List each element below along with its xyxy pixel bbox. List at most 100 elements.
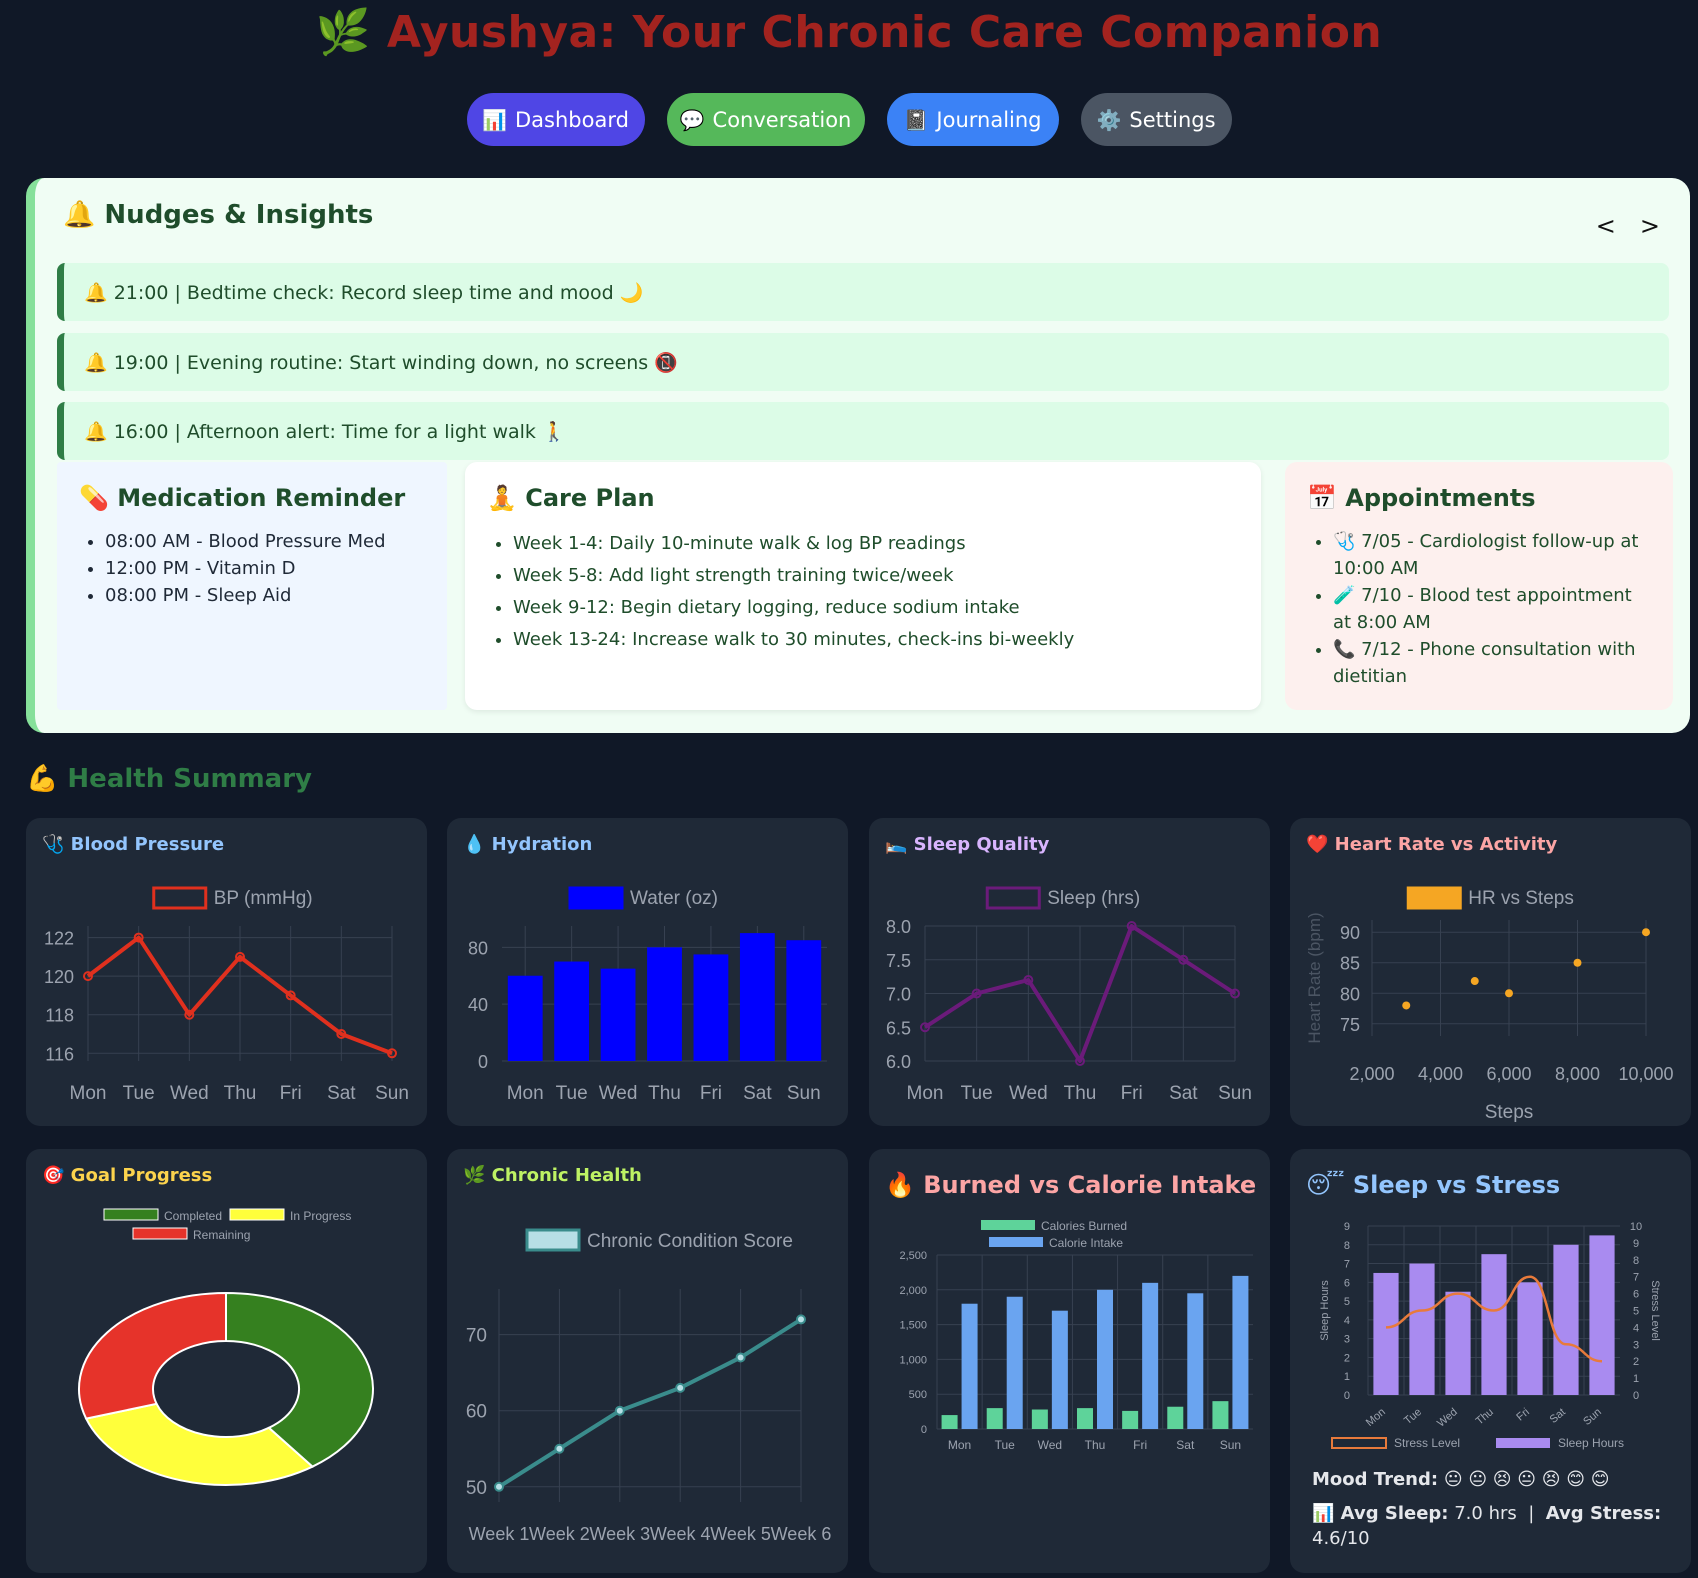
data-point xyxy=(735,1352,746,1363)
y-tick-label: 80 xyxy=(1340,984,1360,1004)
bar xyxy=(786,940,822,1061)
heart-rate-chart: 75 80 85 90 2,000 4,000 6,000 8,000 10,000 Steps H… xyxy=(1305,886,1674,1123)
x-tick-label: Fri xyxy=(700,1083,722,1104)
y-tick-label: 7.5 xyxy=(886,951,911,971)
x-tick-label: Mon xyxy=(907,1083,944,1104)
y-axis-label: Sleep Hours xyxy=(1319,1280,1331,1341)
x-tick-label: Tue xyxy=(556,1083,588,1104)
x-tick-label: Tue xyxy=(123,1083,155,1104)
nudges-panel: 🔔 Nudges & Insights < > 🔔 21:00 | Bedtim… xyxy=(26,178,1690,733)
next-nudge-button[interactable]: > xyxy=(1640,212,1660,240)
data-point xyxy=(494,1481,504,1492)
y-tick-label: 2 xyxy=(1344,1352,1350,1364)
data-point xyxy=(675,1382,686,1393)
hydration-chart: 0 40 80 Mon Tue Wed Thu Fri Sat Sun Water (oz) xyxy=(468,886,827,1104)
bar xyxy=(1051,1310,1068,1429)
nav-label: Conversation xyxy=(712,107,852,132)
legend-label: Water (oz) xyxy=(630,888,718,909)
legend-swatch xyxy=(985,886,1041,910)
y-tick-label: 75 xyxy=(1340,1015,1360,1035)
bar xyxy=(1232,1275,1249,1429)
y2-tick-label: 6 xyxy=(1633,1289,1639,1301)
care-plan-card: 🧘 Care Plan Week 1-4: Daily 10-minute wa… xyxy=(465,462,1261,710)
list-item: 08:00 PM - Sleep Aid xyxy=(105,582,425,609)
avg-stress-value: 4.6/10 xyxy=(1312,1528,1370,1549)
y-tick-label: 120 xyxy=(44,967,74,987)
x-tick-label: Fri xyxy=(1133,1438,1147,1452)
bar xyxy=(986,1408,1003,1429)
bar xyxy=(1006,1296,1023,1429)
x-tick-label: Wed xyxy=(1038,1438,1062,1452)
bar xyxy=(554,961,590,1061)
x-tick-label: 8,000 xyxy=(1555,1064,1600,1084)
legend-label: Completed xyxy=(164,1209,222,1223)
bar xyxy=(647,947,682,1061)
bar xyxy=(1122,1410,1139,1429)
chronic-health-card: 🌿 Chronic Health 50 60 70 Week 1 Week 2 Week … xyxy=(447,1149,848,1573)
nudge-carousel-nav: < > xyxy=(1596,212,1660,240)
goal-progress-chart: Completed In Progress Remaining xyxy=(78,1208,374,1486)
chronic-health-chart: 50 60 70 Week 1 Week 2 Week 3 Week 4 Week 5 Week… xyxy=(466,1228,831,1544)
y-tick-label: 90 xyxy=(1340,923,1360,943)
y2-tick-label: 0 xyxy=(1633,1390,1639,1402)
nav-dashboard-button[interactable]: 📊 Dashboard xyxy=(466,93,645,146)
nav-conversation-button[interactable]: 💬 Conversation xyxy=(666,93,865,146)
legend-label: Sleep Hours xyxy=(1558,1436,1624,1450)
bar xyxy=(961,1303,978,1429)
y-tick-label: 4 xyxy=(1344,1315,1350,1327)
y-tick-label: 85 xyxy=(1340,954,1360,974)
heart-rate-card: ❤️ Heart Rate vs Activity 75 80 85 90 2,000 4… xyxy=(1290,818,1691,1126)
sleep-quality-chart: 6.0 6.5 7.0 7.5 8.0 Mon Tue Wed Thu Fri Sat Sun Slee… xyxy=(886,886,1252,1104)
mood-trend-label: Mood Trend: xyxy=(1312,1469,1439,1490)
x-tick-label: Week 1 xyxy=(469,1524,530,1544)
hydration-card: 💧 Hydration 0 40 80 Mon Tue Wed Thu Fri Sat Sun Wa… xyxy=(447,818,848,1126)
x-tick-label: Sun xyxy=(1220,1438,1241,1452)
bar xyxy=(1167,1406,1184,1429)
nav-label: Settings xyxy=(1129,107,1216,132)
nav-journaling-button[interactable]: 📓 Journaling xyxy=(886,93,1059,146)
y2-tick-label: 2 xyxy=(1633,1356,1639,1368)
x-tick-label: Sun xyxy=(1581,1406,1604,1428)
nav-settings-button[interactable]: ⚙️ Settings xyxy=(1080,93,1232,146)
list-item: Week 5-8: Add light strength training tw… xyxy=(513,560,1239,592)
legend-swatch xyxy=(132,1227,188,1240)
prev-nudge-button[interactable]: < xyxy=(1596,212,1616,240)
bar xyxy=(1481,1254,1507,1395)
legend-swatch xyxy=(1496,1438,1550,1448)
x-tick-label: Sat xyxy=(1548,1406,1568,1426)
care-plan-list: Week 1-4: Daily 10-minute walk & log BP … xyxy=(487,528,1239,656)
x-tick-label: 6,000 xyxy=(1486,1064,1531,1084)
legend-swatch xyxy=(229,1208,285,1221)
y-tick-label: 7 xyxy=(1344,1259,1350,1271)
x-tick-label: Sun xyxy=(787,1083,821,1104)
y-tick-label: 8 xyxy=(1344,1240,1350,1252)
speech-bubble-icon: 💬 xyxy=(679,107,705,132)
legend-swatch xyxy=(568,886,624,910)
main-nav: 📊 Dashboard 💬 Conversation 📓 Journaling … xyxy=(0,93,1698,146)
appointments-title: 📅 Appointments xyxy=(1307,484,1536,512)
y-tick-label: 60 xyxy=(466,1402,487,1423)
list-item: Week 9-12: Begin dietary logging, reduce… xyxy=(513,592,1239,624)
data-point xyxy=(796,1314,806,1325)
x-tick-label: Thu xyxy=(1085,1438,1106,1452)
y-tick-label: 5 xyxy=(1344,1296,1350,1308)
x-tick-label: 10,000 xyxy=(1618,1064,1673,1084)
y2-tick-label: 1 xyxy=(1633,1373,1639,1385)
sleep-stress-card: 😴 Sleep vs Stress 0 1 2 3 4 5 6 7 8 9 0 1 2 3 4 5 6 7 8 9 10… xyxy=(1290,1149,1691,1573)
x-tick-label: Sat xyxy=(743,1083,772,1104)
y2-tick-label: 10 xyxy=(1630,1221,1642,1233)
bar xyxy=(1553,1244,1579,1395)
bar xyxy=(1031,1409,1048,1429)
y-tick-label: 6.0 xyxy=(886,1052,911,1072)
y-tick-label: 116 xyxy=(45,1044,74,1064)
bar xyxy=(1589,1235,1615,1395)
y-tick-label: 50 xyxy=(466,1478,487,1499)
x-tick-label: Sat xyxy=(327,1083,356,1104)
bar xyxy=(1142,1282,1159,1429)
separator: | xyxy=(1528,1503,1535,1524)
x-tick-label: Tue xyxy=(995,1438,1016,1452)
bar xyxy=(693,954,729,1061)
legend-swatch xyxy=(989,1237,1043,1247)
y-tick-label: 1 xyxy=(1344,1371,1350,1383)
x-tick-label: Tue xyxy=(1402,1406,1424,1427)
